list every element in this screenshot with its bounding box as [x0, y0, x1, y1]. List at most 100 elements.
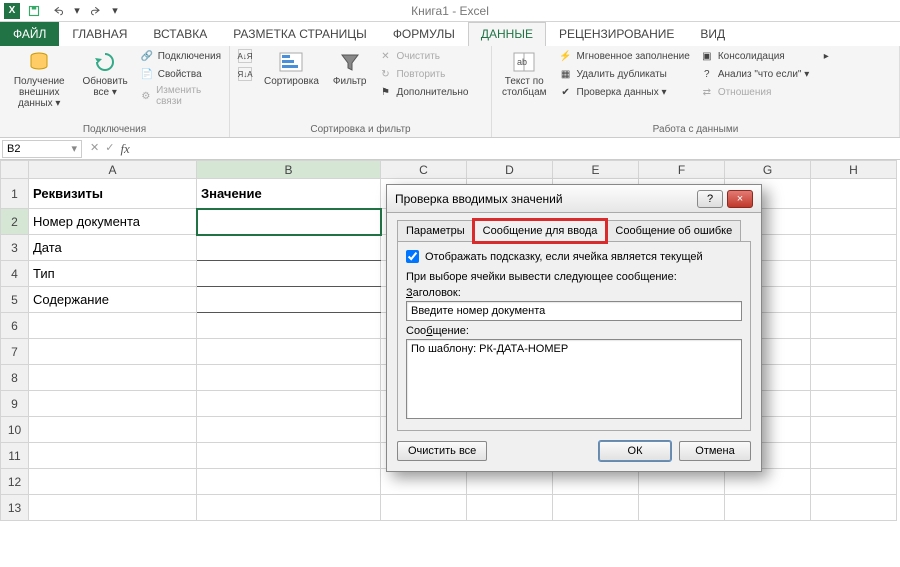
sort-button[interactable]: Сортировка: [260, 48, 323, 89]
cell[interactable]: [197, 235, 381, 261]
undo-dropdown-icon[interactable]: ▾: [72, 2, 82, 20]
sort-za-button[interactable]: Я↓А: [236, 66, 254, 82]
more-button[interactable]: ▸: [817, 48, 835, 64]
relations-icon: ⇄: [700, 85, 714, 99]
advanced-filter-button[interactable]: ⚑Дополнительно: [376, 84, 470, 100]
fx-icon[interactable]: fx: [120, 141, 129, 157]
dialog-tab-settings[interactable]: Параметры: [397, 220, 474, 242]
advanced-icon: ⚑: [378, 85, 392, 99]
row-header[interactable]: 3: [1, 235, 29, 261]
row-header[interactable]: 5: [1, 287, 29, 313]
message-field-label: Сообщение:: [406, 325, 742, 337]
remove-duplicates-button[interactable]: ▦Удалить дубликаты: [557, 66, 692, 82]
svg-text:ab: ab: [517, 57, 527, 67]
clear-icon: ✕: [378, 49, 392, 63]
data-validation-button[interactable]: ✔Проверка данных ▾: [557, 84, 692, 100]
ok-button[interactable]: ОК: [599, 441, 671, 461]
cell[interactable]: Реквизиты: [29, 179, 197, 209]
clear-all-button[interactable]: Очистить все: [397, 441, 487, 461]
cell[interactable]: Тип: [29, 261, 197, 287]
active-cell[interactable]: [197, 209, 381, 235]
link-icon: 🔗: [140, 49, 154, 63]
col-header[interactable]: H: [811, 161, 897, 179]
row-header[interactable]: 10: [1, 417, 29, 443]
dialog-tab-error-alert[interactable]: Сообщение об ошибке: [606, 220, 741, 242]
show-hint-checkbox[interactable]: [406, 250, 419, 263]
tab-data[interactable]: ДАННЫЕ: [468, 22, 546, 46]
redo-icon[interactable]: [86, 2, 106, 20]
row-header[interactable]: 4: [1, 261, 29, 287]
title-bar: X ▾ ▾ Книга1 - Excel: [0, 0, 900, 22]
tab-review[interactable]: РЕЦЕНЗИРОВАНИЕ: [546, 22, 687, 46]
tab-file[interactable]: ФАЙЛ: [0, 22, 59, 46]
what-if-button[interactable]: ?Анализ "что если" ▾: [698, 66, 811, 82]
row-header[interactable]: 1: [1, 179, 29, 209]
row-header[interactable]: 12: [1, 469, 29, 495]
name-box[interactable]: B2▾: [2, 140, 82, 158]
row-header[interactable]: 13: [1, 495, 29, 521]
tab-home[interactable]: ГЛАВНАЯ: [59, 22, 140, 46]
row-header[interactable]: 6: [1, 313, 29, 339]
consolidate-button[interactable]: ▣Консолидация: [698, 48, 811, 64]
message-field[interactable]: [406, 339, 742, 419]
clear-filter-button[interactable]: ✕Очистить: [376, 48, 470, 64]
cell[interactable]: Дата: [29, 235, 197, 261]
chevron-down-icon[interactable]: ▾: [71, 142, 77, 155]
row-header[interactable]: 7: [1, 339, 29, 365]
qat-customize-icon[interactable]: ▾: [110, 2, 120, 20]
col-header[interactable]: G: [725, 161, 811, 179]
cell[interactable]: [197, 261, 381, 287]
enter-formula-icon[interactable]: ✓: [105, 141, 114, 157]
tab-formulas[interactable]: ФОРМУЛЫ: [380, 22, 468, 46]
sort-az-button[interactable]: А↓Я: [236, 48, 254, 64]
dedup-icon: ▦: [559, 67, 573, 81]
formula-input[interactable]: [136, 143, 900, 155]
reapply-button[interactable]: ↻Повторить: [376, 66, 470, 82]
save-icon[interactable]: [24, 2, 44, 20]
title-field[interactable]: [406, 301, 742, 321]
dialog-tab-input-message[interactable]: Сообщение для ввода: [474, 220, 607, 242]
col-header[interactable]: C: [381, 161, 467, 179]
dialog-titlebar[interactable]: Проверка вводимых значений ? ×: [387, 185, 761, 213]
refresh-all-button[interactable]: Обновить все ▾: [78, 48, 131, 100]
tab-insert[interactable]: ВСТАВКА: [140, 22, 220, 46]
database-icon: [25, 50, 53, 74]
row-header[interactable]: 8: [1, 365, 29, 391]
cell[interactable]: Номер документа: [29, 209, 197, 235]
col-header[interactable]: F: [639, 161, 725, 179]
tab-view[interactable]: ВИД: [687, 22, 738, 46]
text-to-columns-button[interactable]: ab Текст по столбцам: [498, 48, 551, 100]
cell[interactable]: Значение: [197, 179, 381, 209]
properties-button[interactable]: 📄Свойства: [138, 66, 223, 82]
col-header[interactable]: D: [467, 161, 553, 179]
close-button[interactable]: ×: [727, 190, 753, 208]
row-header[interactable]: 2: [1, 209, 29, 235]
row-header[interactable]: 11: [1, 443, 29, 469]
group-label-connections: Подключения: [6, 124, 223, 137]
connections-button[interactable]: 🔗Подключения: [138, 48, 223, 64]
row-header[interactable]: 9: [1, 391, 29, 417]
select-all-corner[interactable]: [1, 161, 29, 179]
tab-layout[interactable]: РАЗМЕТКА СТРАНИЦЫ: [220, 22, 380, 46]
filter-button[interactable]: Фильтр: [329, 48, 371, 89]
edit-links-button[interactable]: ⚙Изменить связи: [138, 84, 223, 108]
col-header[interactable]: E: [553, 161, 639, 179]
undo-icon[interactable]: [48, 2, 68, 20]
cell[interactable]: [197, 287, 381, 313]
reapply-icon: ↻: [378, 67, 392, 81]
whatif-icon: ?: [700, 67, 714, 81]
data-validation-dialog: Проверка вводимых значений ? × Параметры…: [386, 184, 762, 472]
relationships-button[interactable]: ⇄Отношения: [698, 84, 811, 100]
col-header[interactable]: B: [197, 161, 381, 179]
dialog-panel: Отображать подсказку, если ячейка являет…: [397, 241, 751, 431]
consolidate-icon: ▣: [700, 49, 714, 63]
help-button[interactable]: ?: [697, 190, 723, 208]
get-external-data-button[interactable]: Получение внешних данных ▾: [6, 48, 72, 111]
cancel-button[interactable]: Отмена: [679, 441, 751, 461]
col-header[interactable]: A: [29, 161, 197, 179]
flash-fill-button[interactable]: ⚡Мгновенное заполнение: [557, 48, 692, 64]
cancel-formula-icon[interactable]: ✕: [90, 141, 99, 157]
dialog-title: Проверка вводимых значений: [395, 192, 563, 206]
cell[interactable]: Содержание: [29, 287, 197, 313]
input-prompt-lead: При выборе ячейки вывести следующее сооб…: [406, 271, 742, 283]
